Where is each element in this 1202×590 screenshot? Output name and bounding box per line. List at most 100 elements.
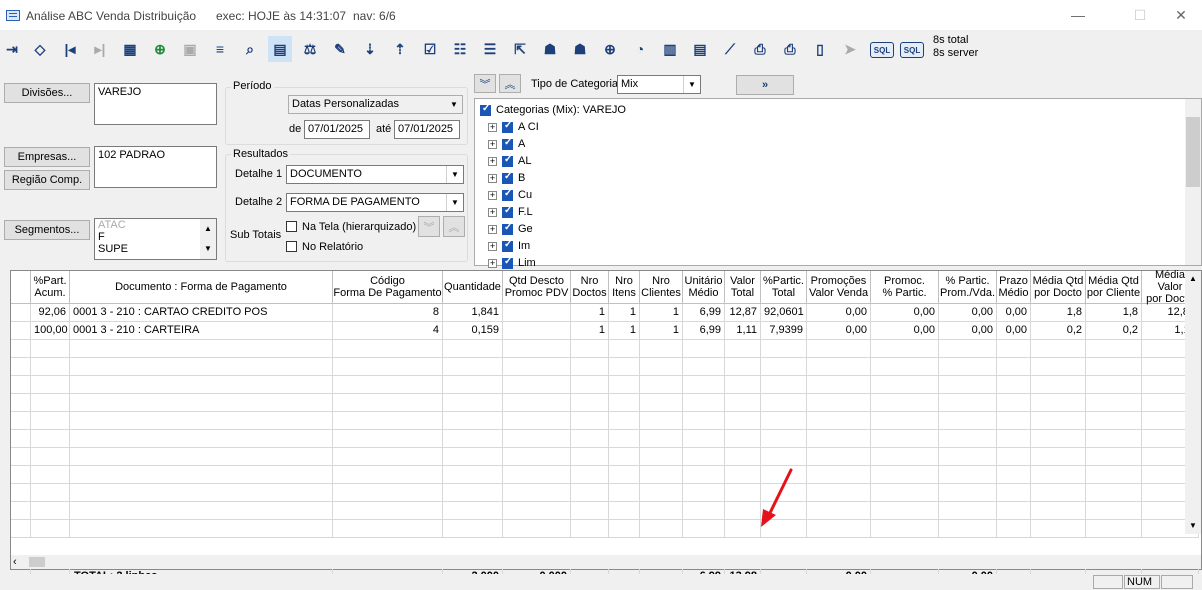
search-icon[interactable]: ⌕ (238, 36, 262, 62)
empty-cell[interactable] (1031, 520, 1086, 538)
table-cell[interactable]: 92,06 (31, 304, 70, 322)
empty-cell[interactable] (571, 430, 609, 448)
empty-cell[interactable] (807, 484, 871, 502)
expand-down-icon[interactable]: ︾ (418, 216, 440, 237)
empty-cell[interactable] (725, 412, 761, 430)
empty-cell[interactable] (333, 394, 443, 412)
empty-cell[interactable] (871, 484, 939, 502)
table-cell[interactable]: 0,00 (871, 304, 939, 322)
empty-cell[interactable] (1031, 340, 1086, 358)
empty-cell[interactable] (725, 340, 761, 358)
empty-cell[interactable] (609, 466, 640, 484)
empty-cell[interactable] (1086, 502, 1142, 520)
table-cell[interactable]: 0,00 (939, 304, 997, 322)
user-add-icon[interactable]: ☗ (538, 36, 562, 62)
print-icon[interactable]: ⎙ (748, 36, 772, 62)
table-cell[interactable]: 0001 3 - 210 : CARTAO CREDITO POS (70, 304, 333, 322)
table-cell[interactable]: 1,8 (1086, 304, 1142, 322)
empty-cell[interactable] (609, 358, 640, 376)
empty-cell[interactable] (939, 358, 997, 376)
expand-plus-icon[interactable]: + (488, 224, 497, 234)
empty-cell[interactable] (939, 484, 997, 502)
empty-cell[interactable] (571, 412, 609, 430)
empty-cell[interactable] (807, 502, 871, 520)
segmentos-list[interactable]: ATAC F SUPE ▲ ▼ (94, 218, 217, 260)
user-move-icon[interactable]: ☗ (568, 36, 592, 62)
bar-chart-icon[interactable]: ▥ (658, 36, 682, 62)
column-header[interactable]: Documento : Forma de Pagamento (70, 271, 333, 304)
empty-cell[interactable] (443, 484, 503, 502)
empty-cell[interactable] (333, 340, 443, 358)
empty-cell[interactable] (333, 484, 443, 502)
table-cell[interactable]: 0,00 (871, 322, 939, 340)
empty-cell[interactable] (70, 376, 333, 394)
empty-cell[interactable] (70, 394, 333, 412)
empty-cell[interactable] (807, 412, 871, 430)
empty-cell[interactable] (939, 448, 997, 466)
hscroll-thumb[interactable] (29, 557, 45, 567)
table-cell[interactable]: 0,00 (939, 322, 997, 340)
tree-item[interactable]: + Im (488, 238, 530, 254)
divisoes-field[interactable]: VAREJO (94, 83, 217, 125)
empty-cell[interactable] (333, 520, 443, 538)
empty-cell[interactable] (1031, 412, 1086, 430)
tree-item[interactable]: +A (488, 136, 525, 152)
date-to-input[interactable]: 07/01/2025 (394, 120, 460, 139)
tree-scroll-thumb[interactable] (1186, 117, 1200, 187)
empty-cell[interactable] (761, 394, 807, 412)
sort-asc-icon[interactable]: ⇡ (388, 36, 412, 62)
empty-cell[interactable] (997, 520, 1031, 538)
empty-cell[interactable] (683, 502, 725, 520)
table-cell[interactable]: 0,00 (807, 304, 871, 322)
exit-icon[interactable]: ⇥ (0, 36, 24, 62)
table-cell[interactable]: 12,87 (725, 304, 761, 322)
empty-cell[interactable] (761, 448, 807, 466)
table-cell[interactable] (503, 304, 571, 322)
empty-cell[interactable] (609, 394, 640, 412)
table-cell[interactable]: 0,00 (997, 304, 1031, 322)
column-header[interactable]: Quantidade (443, 271, 503, 304)
empty-cell[interactable] (609, 340, 640, 358)
empty-cell[interactable] (683, 376, 725, 394)
grid-vscroll[interactable]: ▲ ▼ (1185, 271, 1201, 534)
expand-plus-icon[interactable]: + (488, 139, 497, 149)
empty-cell[interactable] (1086, 394, 1142, 412)
empty-cell[interactable] (503, 448, 571, 466)
empty-cell[interactable] (503, 394, 571, 412)
periodo-select[interactable]: Datas Personalizadas ▼ (288, 95, 463, 114)
empty-cell[interactable] (725, 358, 761, 376)
empty-cell[interactable] (571, 520, 609, 538)
table-cell[interactable]: 0001 3 - 210 : CARTEIRA (70, 322, 333, 340)
empty-cell[interactable] (70, 358, 333, 376)
expand-panel-button[interactable]: » (736, 75, 794, 95)
empty-cell[interactable] (31, 358, 70, 376)
empty-cell[interactable] (640, 466, 683, 484)
empty-cell[interactable] (31, 394, 70, 412)
table-cell[interactable]: 7,9399 (761, 322, 807, 340)
empty-cell[interactable] (70, 430, 333, 448)
empty-cell[interactable] (571, 484, 609, 502)
expand-plus-icon[interactable]: + (488, 190, 497, 200)
column-header[interactable]: Promoc. % Partic. (871, 271, 939, 304)
segmento-item[interactable]: F (98, 231, 213, 243)
minimize-button[interactable]: — (1063, 7, 1093, 23)
empty-cell[interactable] (503, 484, 571, 502)
empty-cell[interactable] (31, 448, 70, 466)
empty-cell[interactable] (807, 376, 871, 394)
empty-cell[interactable] (640, 358, 683, 376)
empty-cell[interactable] (31, 430, 70, 448)
tree-root[interactable]: Categorias (Mix): VAREJO (480, 102, 626, 118)
save-icon[interactable]: ▣ (178, 36, 202, 62)
column-header[interactable]: Média Qtd por Cliente (1086, 271, 1142, 304)
table-cell[interactable]: 1 (571, 304, 609, 322)
expand-plus-icon[interactable]: + (488, 156, 497, 166)
tree-item-checkbox[interactable] (502, 222, 513, 235)
column-header[interactable]: Valor Total (725, 271, 761, 304)
tree-item[interactable]: + A CI (488, 119, 539, 135)
empty-cell[interactable] (997, 466, 1031, 484)
empty-cell[interactable] (1031, 358, 1086, 376)
empty-cell[interactable] (31, 376, 70, 394)
tree-item-checkbox[interactable] (502, 256, 513, 269)
tree-item-checkbox[interactable] (502, 154, 513, 167)
empty-cell[interactable] (1031, 376, 1086, 394)
